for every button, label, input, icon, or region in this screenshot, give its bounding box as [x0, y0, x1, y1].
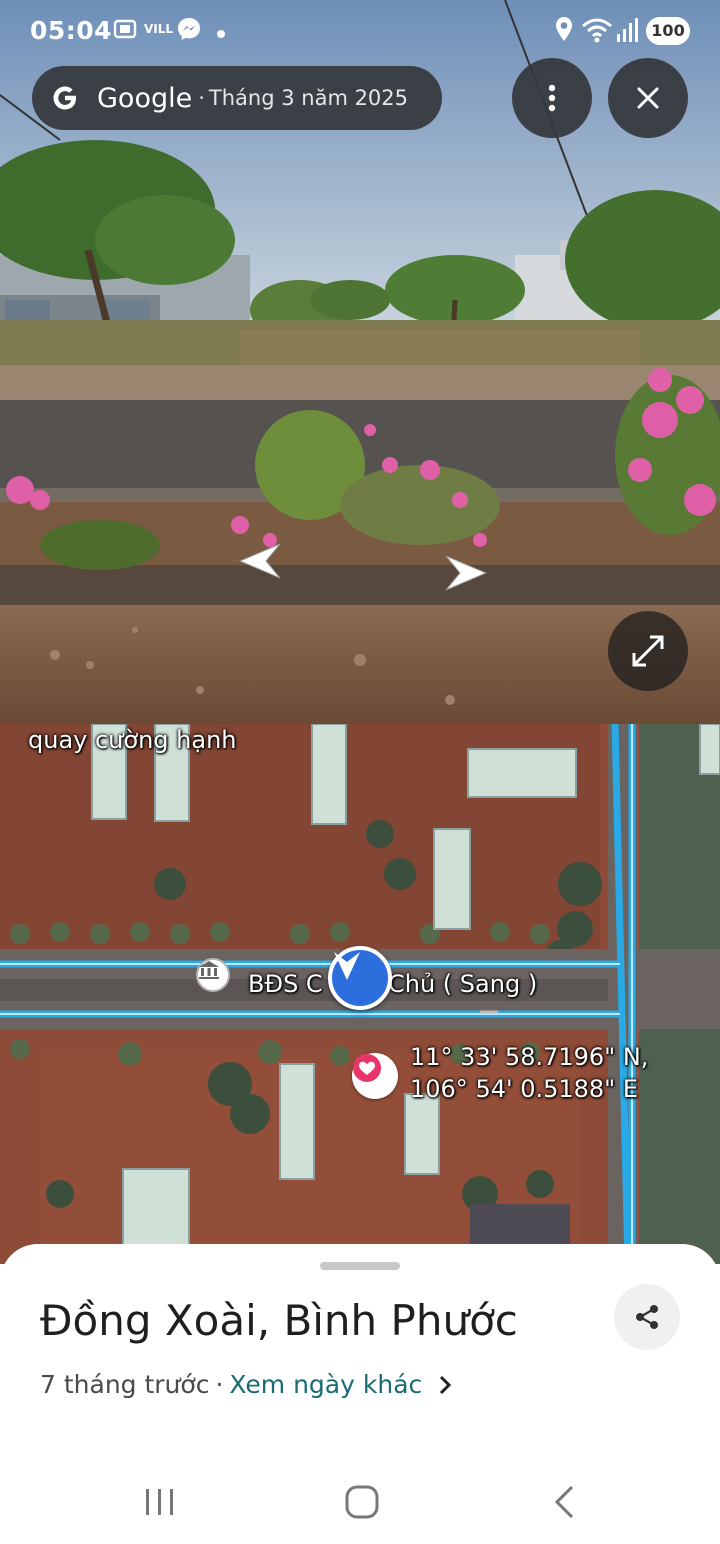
recents-button[interactable] — [130, 1480, 190, 1524]
imagery-age: 7 tháng trước — [40, 1370, 210, 1399]
imagery-meta-row: 7 tháng trước · Xem ngày khác — [40, 1370, 452, 1399]
wifi-icon — [580, 16, 614, 49]
share-icon — [636, 1305, 658, 1329]
provider-label: Google — [97, 82, 193, 114]
status-time: 05:04 — [30, 16, 113, 45]
recents-icon — [146, 1489, 173, 1515]
bank-icon — [199, 961, 219, 979]
messenger-icon — [176, 16, 202, 47]
poi-label-tail[interactable]: Chủ ( Sang ) — [388, 970, 537, 998]
arrow-left-icon[interactable] — [236, 542, 286, 580]
network-label: VILL — [144, 22, 174, 36]
google-g-icon — [53, 86, 76, 110]
poi-label[interactable]: BĐS C — [248, 970, 323, 998]
capture-date: Tháng 3 năm 2025 — [208, 86, 409, 110]
satellite-map[interactable]: quay cường hạnh BĐS C Chủ ( Sang ) 11° 3… — [0, 724, 720, 1264]
fullscreen-button[interactable] — [608, 611, 688, 691]
close-icon — [637, 87, 659, 109]
back-icon — [554, 1485, 574, 1519]
map-place-label[interactable]: quay cường hạnh — [28, 726, 237, 754]
heart-pin-icon — [353, 1054, 381, 1082]
screen-recorder-icon — [112, 16, 138, 47]
coordinate-longitude: 106° 54' 0.5188" E — [410, 1075, 639, 1103]
place-bottom-sheet[interactable]: Đồng Xoài, Bình Phước 7 tháng trước · Xe… — [0, 1244, 720, 1544]
place-title: Đồng Xoài, Bình Phước — [40, 1296, 518, 1345]
home-icon — [345, 1485, 379, 1519]
notification-dot-icon — [216, 26, 226, 44]
imagery-date-chip[interactable]: Google · Tháng 3 năm 2025 — [32, 66, 442, 130]
arrow-right-icon[interactable] — [440, 554, 490, 592]
location-icon — [554, 16, 574, 49]
home-button[interactable] — [332, 1480, 392, 1524]
share-button[interactable] — [614, 1284, 680, 1350]
see-other-dates-link[interactable]: Xem ngày khác — [229, 1370, 422, 1399]
back-button[interactable] — [534, 1480, 594, 1524]
dropped-pin-marker[interactable] — [352, 1053, 398, 1099]
status-bar: 05:04 VILL 100 — [0, 0, 720, 64]
meta-separator: · — [215, 1370, 224, 1399]
chevron-right-icon[interactable] — [438, 1375, 452, 1395]
more-vert-icon — [548, 84, 556, 112]
more-options-button[interactable] — [512, 58, 592, 138]
direction-arrow-icon — [334, 952, 360, 980]
coordinate-latitude: 11° 33' 58.7196" N, — [410, 1043, 649, 1071]
sheet-drag-handle[interactable] — [320, 1262, 400, 1270]
poi-marker[interactable] — [196, 958, 230, 992]
close-button[interactable] — [608, 58, 688, 138]
street-view-position-marker[interactable] — [328, 946, 392, 1010]
street-view-panorama[interactable]: 05:04 VILL 100 Google · Tháng 3 năm 2025 — [0, 0, 720, 724]
battery-indicator: 100 — [646, 17, 690, 45]
separator: · — [198, 86, 205, 110]
signal-icon — [616, 16, 638, 49]
system-nav-bar — [0, 1460, 720, 1544]
expand-icon — [632, 635, 664, 667]
